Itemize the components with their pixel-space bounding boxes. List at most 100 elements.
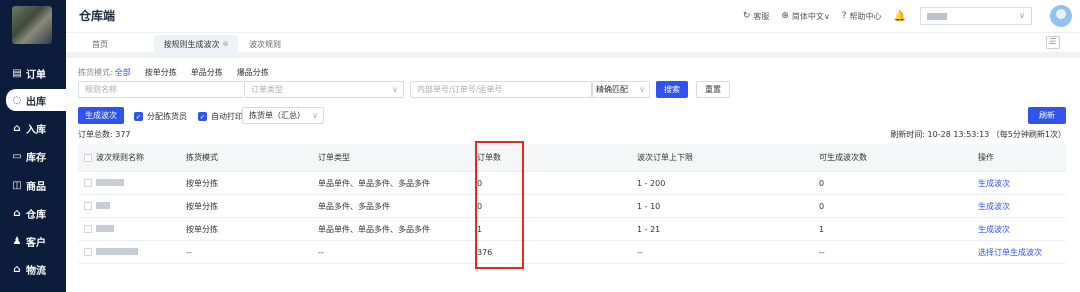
auto-print-label: 自动打印 xyxy=(211,112,243,121)
rule-name-redacted xyxy=(96,247,186,257)
print-type-select[interactable]: 拣货单（汇总） ∨ xyxy=(242,107,324,124)
pick-mode-hot-item[interactable]: 爆品分拣 xyxy=(237,67,269,78)
match-mode-value: 精确匹配 xyxy=(596,85,628,94)
row-checkbox[interactable] xyxy=(78,202,96,210)
column-header: 订单数 xyxy=(477,153,501,162)
tab-generate-wave-by-rule[interactable]: 按规则生成波次 ⊗ xyxy=(154,35,238,53)
order-icon: ▤ xyxy=(12,67,22,79)
close-icon[interactable]: ⊗ xyxy=(223,40,229,48)
sidebar-item-goods[interactable]: ◫ 商品 xyxy=(0,174,66,196)
pick-mode-cell: 按单分拣 xyxy=(186,201,218,211)
tab-bar: 首页 按规则生成波次 ⊗ 波次规则 ☰ xyxy=(66,32,1080,53)
sidebar-item-customers[interactable]: ♟ 客户 xyxy=(0,230,66,252)
order-count-cell: 376 xyxy=(477,247,493,257)
menu-icon[interactable]: ☰ xyxy=(1046,36,1060,49)
inventory-icon: ▭ xyxy=(12,150,22,162)
order-count-cell: 0 xyxy=(477,178,483,188)
sidebar-item-inbound[interactable]: ⌂ 入库 xyxy=(0,117,66,139)
tab-label: 首页 xyxy=(92,39,108,49)
column-header: 波次规则名称 xyxy=(96,153,144,162)
column-header: 拣货模式 xyxy=(186,153,218,162)
order-type-select[interactable]: 订单类型 ∨ xyxy=(244,81,404,98)
wave-count-cell: 0 xyxy=(819,178,825,188)
row-checkbox[interactable] xyxy=(78,179,96,187)
bell-icon[interactable]: 🔔 xyxy=(894,11,906,22)
pick-mode-label: 拣货模式: xyxy=(78,68,113,77)
match-mode-select[interactable]: 精确匹配 ∨ xyxy=(592,81,650,98)
refresh-time: 刷新时间: 10-28 13:53:13 （每5分钟刷新1次） xyxy=(890,130,1066,139)
customer-service-link[interactable]: ↻ 客服 xyxy=(743,11,770,22)
user-name-redacted xyxy=(927,13,947,20)
tab-home[interactable]: 首页 xyxy=(80,35,120,53)
auto-print-checkbox[interactable]: ✓ 自动打印 xyxy=(198,111,243,122)
user-selector[interactable]: ∨ xyxy=(920,7,1032,25)
search-button[interactable]: 搜索 xyxy=(656,81,688,98)
help-center-label: 帮助中心 xyxy=(849,11,882,21)
outbound-icon: ◌ xyxy=(12,94,22,106)
order-number-input[interactable]: 内部单号/订单号/运单号 xyxy=(410,81,592,98)
total-orders: 订单总数: 377 xyxy=(78,130,131,139)
order-type-cell: 单品单件、单品多件、多品多件 xyxy=(318,224,430,234)
pick-mode-single-item[interactable]: 单品分拣 xyxy=(191,67,223,78)
limits-cell: 1 - 200 xyxy=(637,178,666,188)
limits-cell: 1 - 10 xyxy=(637,201,661,211)
inbound-icon: ⌂ xyxy=(13,122,21,134)
generate-wave-link[interactable]: 生成波次 xyxy=(978,224,1066,235)
rule-name-redacted xyxy=(96,178,186,188)
limits-cell: 1 - 21 xyxy=(637,224,661,234)
reset-button[interactable]: 重置 xyxy=(696,81,730,98)
table-row: 按单分拣 单品单件、单品多件、多品多件 0 1 - 200 0 生成波次 xyxy=(78,172,1066,195)
select-all-checkbox[interactable] xyxy=(78,153,96,162)
pick-mode-cell: -- xyxy=(186,247,192,257)
table-row: 按单分拣 单品单件、单品多件、多品多件 1 1 - 21 1 生成波次 xyxy=(78,218,1066,241)
generate-wave-link[interactable]: 生成波次 xyxy=(978,201,1066,212)
order-type-cell: -- xyxy=(318,247,324,257)
logistics-icon: ⌂ xyxy=(13,263,21,275)
order-type-placeholder: 订单类型 xyxy=(251,85,283,94)
main-panel: 拣货模式: 全部 按单分拣 单品分拣 爆品分拣 规则名称 订单类型 ∨ 内部单号… xyxy=(66,58,1080,292)
column-header: 操作 xyxy=(978,153,994,162)
sidebar-item-orders[interactable]: ▤ 订单 xyxy=(0,62,66,84)
help-center-link[interactable]: ? 帮助中心 xyxy=(842,11,882,22)
sidebar-item-label: 库存 xyxy=(26,152,46,164)
company-logo xyxy=(12,6,52,44)
chevron-down-icon: ∨ xyxy=(639,85,645,94)
table-header: 波次规则名称 拣货模式 订单类型 订单数 波次订单上下限 可生成波次数 操作 xyxy=(78,144,1066,172)
top-right-toolbar: ↻ 客服 ⊕ 简体中文∨ ? 帮助中心 🔔 ∨ xyxy=(743,0,1080,32)
print-type-value: 拣货单（汇总） xyxy=(249,111,305,120)
order-count-cell: 1 xyxy=(477,224,483,234)
chevron-down-icon: ∨ xyxy=(392,85,398,94)
tab-label: 波次规则 xyxy=(249,39,281,49)
generate-wave-button[interactable]: 生成波次 xyxy=(78,107,124,124)
row-checkbox[interactable] xyxy=(78,248,96,256)
pick-mode-by-order[interactable]: 按单分拣 xyxy=(145,67,177,78)
assign-picker-checkbox[interactable]: ✓ 分配拣货员 xyxy=(134,111,187,122)
sidebar-item-warehouse[interactable]: ⌂ 仓库 xyxy=(0,202,66,224)
rule-name-redacted xyxy=(96,201,186,211)
column-header: 波次订单上下限 xyxy=(637,153,693,162)
pick-mode-filter: 拣货模式: 全部 按单分拣 单品分拣 爆品分拣 xyxy=(78,67,283,78)
order-count-cell: 0 xyxy=(477,201,483,211)
column-header: 可生成波次数 xyxy=(819,153,867,162)
refresh-icon: ↻ xyxy=(742,11,751,21)
limits-cell: -- xyxy=(637,247,643,257)
refresh-button[interactable]: 刷新 xyxy=(1028,107,1066,124)
pick-mode-cell: 按单分拣 xyxy=(186,178,218,188)
goods-icon: ◫ xyxy=(12,179,22,191)
row-checkbox[interactable] xyxy=(78,225,96,233)
order-type-cell: 单品多件、多品多件 xyxy=(318,201,390,211)
language-label: 简体中文∨ xyxy=(791,11,830,21)
tab-wave-rules[interactable]: 波次规则 xyxy=(242,35,288,53)
sidebar-item-label: 商品 xyxy=(26,181,46,193)
top-bar: 仓库端 ↻ 客服 ⊕ 简体中文∨ ? 帮助中心 🔔 ∨ xyxy=(66,0,1080,32)
wave-count-cell: -- xyxy=(819,247,825,257)
generate-wave-link[interactable]: 生成波次 xyxy=(978,178,1066,189)
sidebar-item-logistics[interactable]: ⌂ 物流 xyxy=(0,258,66,280)
pick-mode-all[interactable]: 全部 xyxy=(115,67,131,78)
select-orders-generate-wave-link[interactable]: 选择订单生成波次 xyxy=(978,247,1066,258)
language-selector[interactable]: ⊕ 简体中文∨ xyxy=(781,11,829,22)
column-header: 订单类型 xyxy=(318,153,350,162)
avatar[interactable] xyxy=(1050,5,1072,27)
sidebar-item-inventory[interactable]: ▭ 库存 xyxy=(0,145,66,167)
sidebar-item-outbound[interactable]: ◌ 出库 xyxy=(6,89,66,111)
